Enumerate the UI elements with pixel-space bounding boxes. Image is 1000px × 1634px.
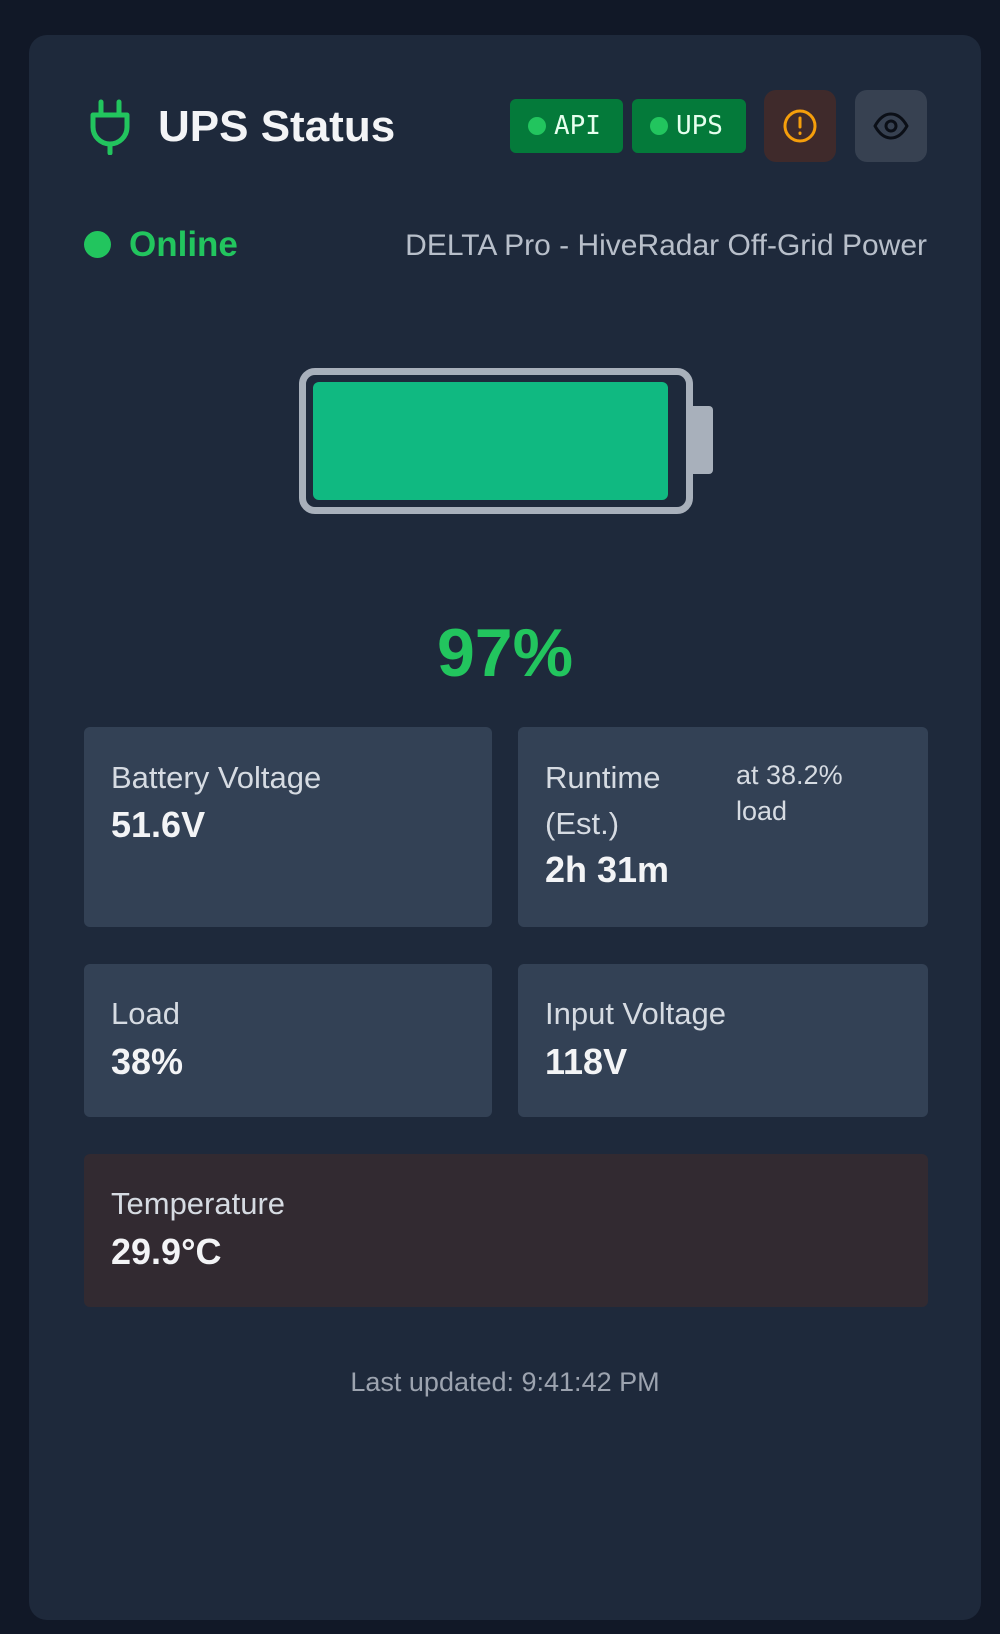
api-badge-label: API: [554, 111, 601, 141]
battery-terminal: [693, 406, 713, 474]
temperature-value: 29.9°C: [111, 1231, 222, 1272]
battery-percent: 97%: [436, 615, 574, 691]
warning-button[interactable]: [764, 90, 836, 162]
temperature-label: Temperature: [111, 1186, 286, 1221]
battery-voltage-card: Battery Voltage 51.6V: [84, 727, 492, 927]
page-title: UPS Status: [158, 102, 396, 151]
card-header: UPS Status API UPS: [29, 35, 981, 215]
status-text: Online: [129, 225, 238, 264]
ups-status-card: UPS Status API UPS Online DELTA Pro - Hi…: [29, 35, 981, 1620]
api-status-badge: API: [510, 99, 623, 153]
battery-fill: [313, 382, 668, 500]
plug-icon: [90, 99, 130, 155]
temperature-card: Temperature 29.9°C: [84, 1154, 928, 1307]
load-value: 38%: [111, 1041, 184, 1082]
runtime-value: 2h 31m: [545, 849, 670, 890]
ups-status-dot: [650, 117, 668, 135]
toggle-visibility-button[interactable]: [855, 90, 927, 162]
runtime-load-note: at 38.2% load: [736, 760, 843, 826]
input-voltage-card: Input Voltage 118V: [518, 964, 928, 1117]
api-status-dot: [528, 117, 546, 135]
battery-voltage-value: 51.6V: [111, 804, 206, 845]
load-label: Load: [111, 996, 180, 1031]
input-voltage-label: Input Voltage: [545, 996, 726, 1031]
runtime-label: Runtime (Est.): [545, 760, 661, 841]
device-name: DELTA Pro - HiveRadar Off-Grid Power: [405, 229, 927, 262]
input-voltage-value: 118V: [545, 1041, 628, 1082]
battery-gauge: [299, 368, 693, 514]
alert-circle-icon: [783, 109, 817, 143]
runtime-card: Runtime (Est.) at 38.2% load 2h 31m: [518, 727, 928, 927]
eye-icon: [873, 112, 909, 140]
online-status-dot: [84, 231, 111, 258]
ups-status-badge: UPS: [632, 99, 746, 153]
ups-badge-label: UPS: [676, 111, 723, 141]
last-updated: Last updated: 9:41:42 PM: [350, 1367, 660, 1397]
battery-voltage-label: Battery Voltage: [111, 760, 322, 795]
load-card: Load 38%: [84, 964, 492, 1117]
